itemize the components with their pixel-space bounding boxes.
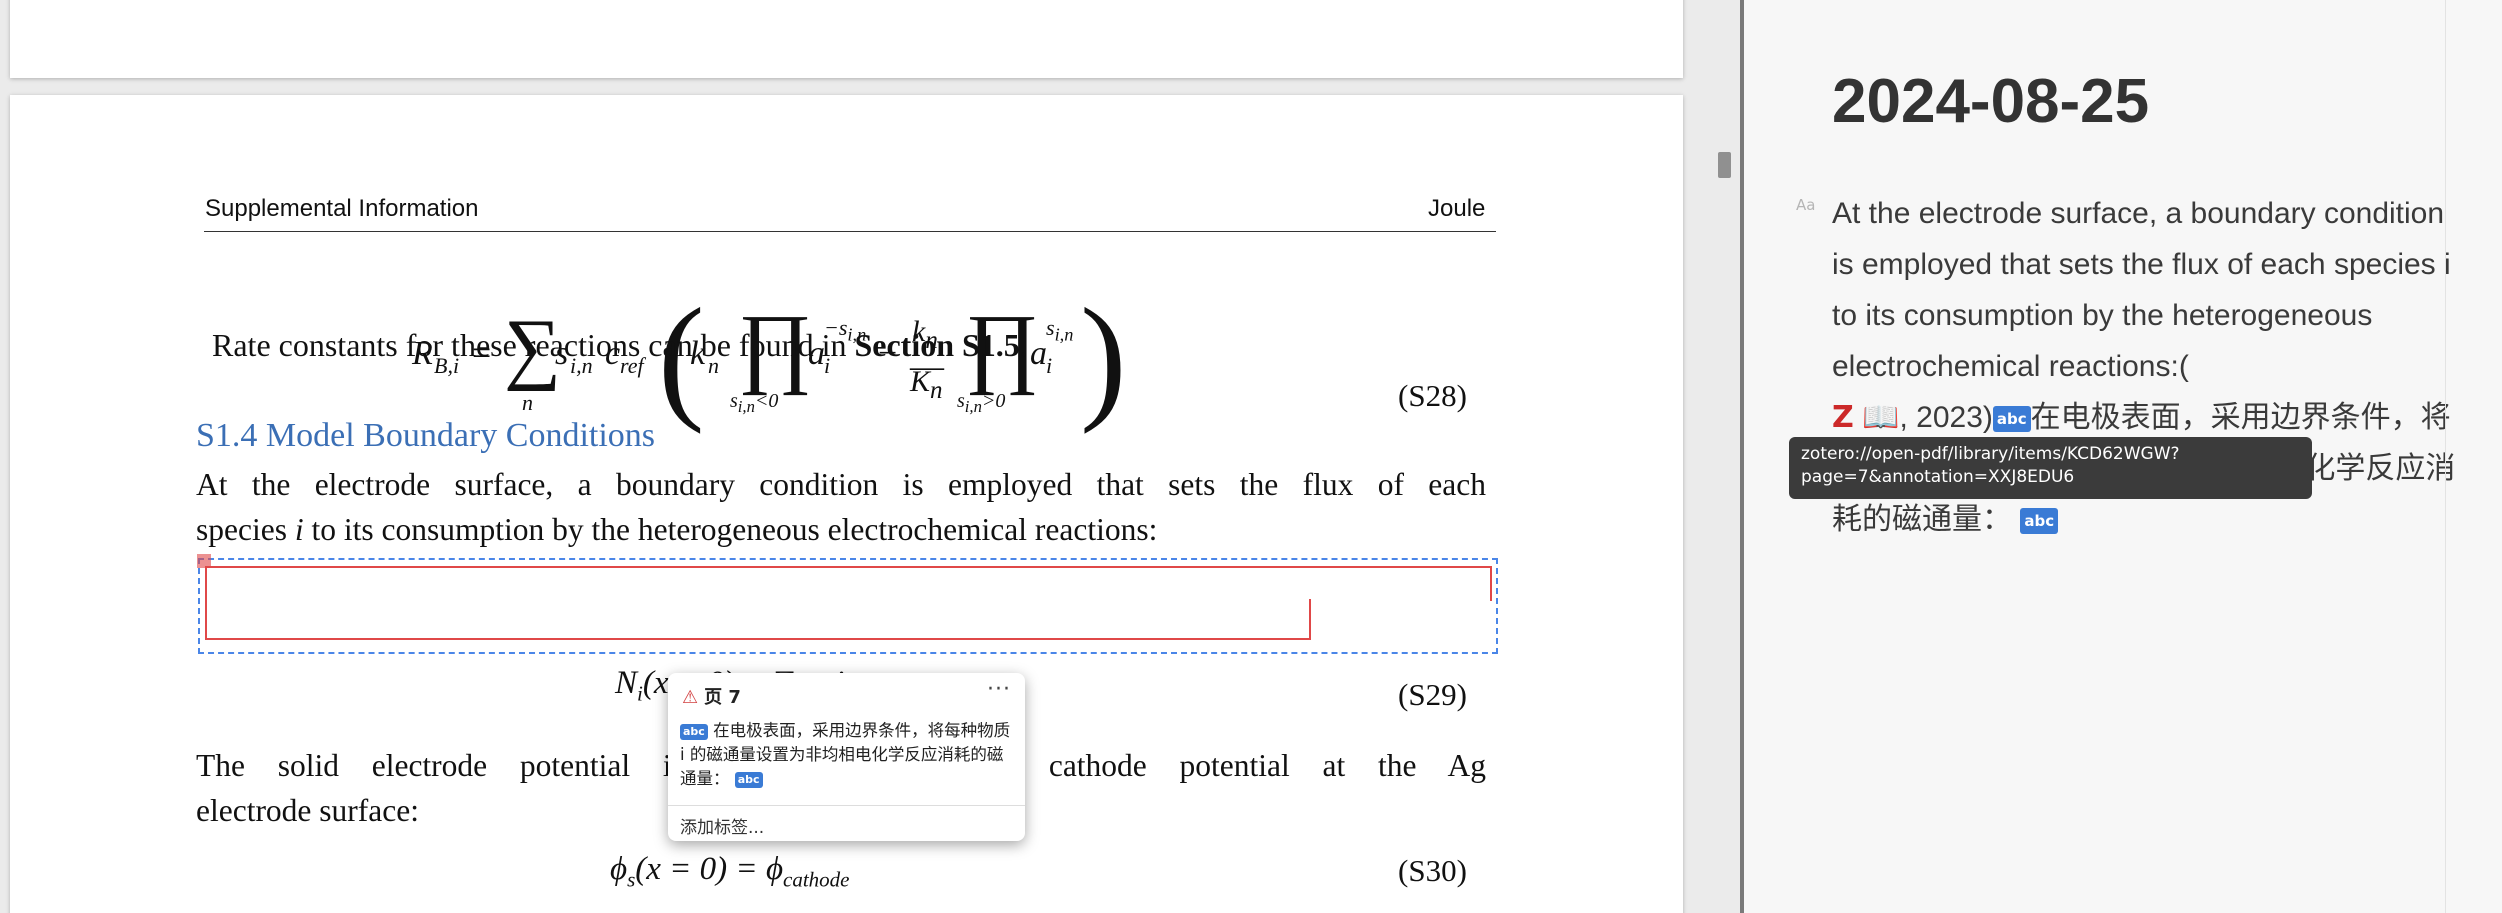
zotero-icon[interactable]: Z xyxy=(1832,400,1854,435)
page-header-left: Supplemental Information xyxy=(205,195,479,222)
section-ref: Section S1.5 xyxy=(854,327,1020,363)
book-icon[interactable]: 📖 xyxy=(1862,401,1899,434)
pdf-viewer[interactable]: Supplemental Information Joule R B,i = ∑… xyxy=(0,0,1740,913)
boundary-paragraph[interactable]: At the electrode surface, a boundary con… xyxy=(196,462,1486,552)
translate-icon-end: abc xyxy=(2020,508,2059,535)
link-tooltip: zotero://open-pdf/library/items/KCD62WGW… xyxy=(1789,437,2312,499)
popup-comment[interactable]: abc 在电极表面，采用边界条件，将每种物质 i 的磁通量设置为非均相电化学反应… xyxy=(680,719,1015,791)
page-header-right: Joule xyxy=(1428,195,1486,222)
text-format-icon[interactable]: Aa xyxy=(1796,196,1815,214)
scrollbar-thumb[interactable] xyxy=(1718,152,1731,178)
more-options-icon[interactable]: ··· xyxy=(987,677,1011,702)
pane-edge xyxy=(2445,0,2446,913)
highlight-annotation-line2[interactable] xyxy=(205,599,1311,640)
equation-s30: ϕs(x = 0) = ϕcathode xyxy=(610,851,850,892)
annotation-marker[interactable] xyxy=(197,554,211,568)
equation-number-s28: (S28) xyxy=(1398,378,1467,413)
annotation-popup[interactable]: ⚠ 页 7 ··· abc 在电极表面，采用边界条件，将每种物质 i 的磁通量设置… xyxy=(668,673,1025,841)
note-date-heading: 2024-08-25 xyxy=(1832,67,2150,136)
translate-icon: abc xyxy=(680,723,708,740)
equation-number-s29: (S29) xyxy=(1398,677,1467,712)
section-title: S1.4 Model Boundary Conditions xyxy=(196,417,656,454)
previous-page xyxy=(10,0,1683,78)
annotation-icon: ⚠ xyxy=(682,687,699,708)
header-rule xyxy=(204,231,1496,232)
popup-divider xyxy=(668,805,1025,806)
popup-header: ⚠ 页 7 xyxy=(682,687,741,708)
translate-icon-end: abc xyxy=(734,771,763,788)
highlight-annotation[interactable] xyxy=(205,566,1492,601)
equation-number-s30: (S30) xyxy=(1398,853,1467,888)
translate-icon: abc xyxy=(1992,406,2031,433)
add-tag-button[interactable]: 添加标签... xyxy=(680,813,764,838)
rate-constants-text: Rate constants for these reactions can b… xyxy=(212,327,1028,363)
